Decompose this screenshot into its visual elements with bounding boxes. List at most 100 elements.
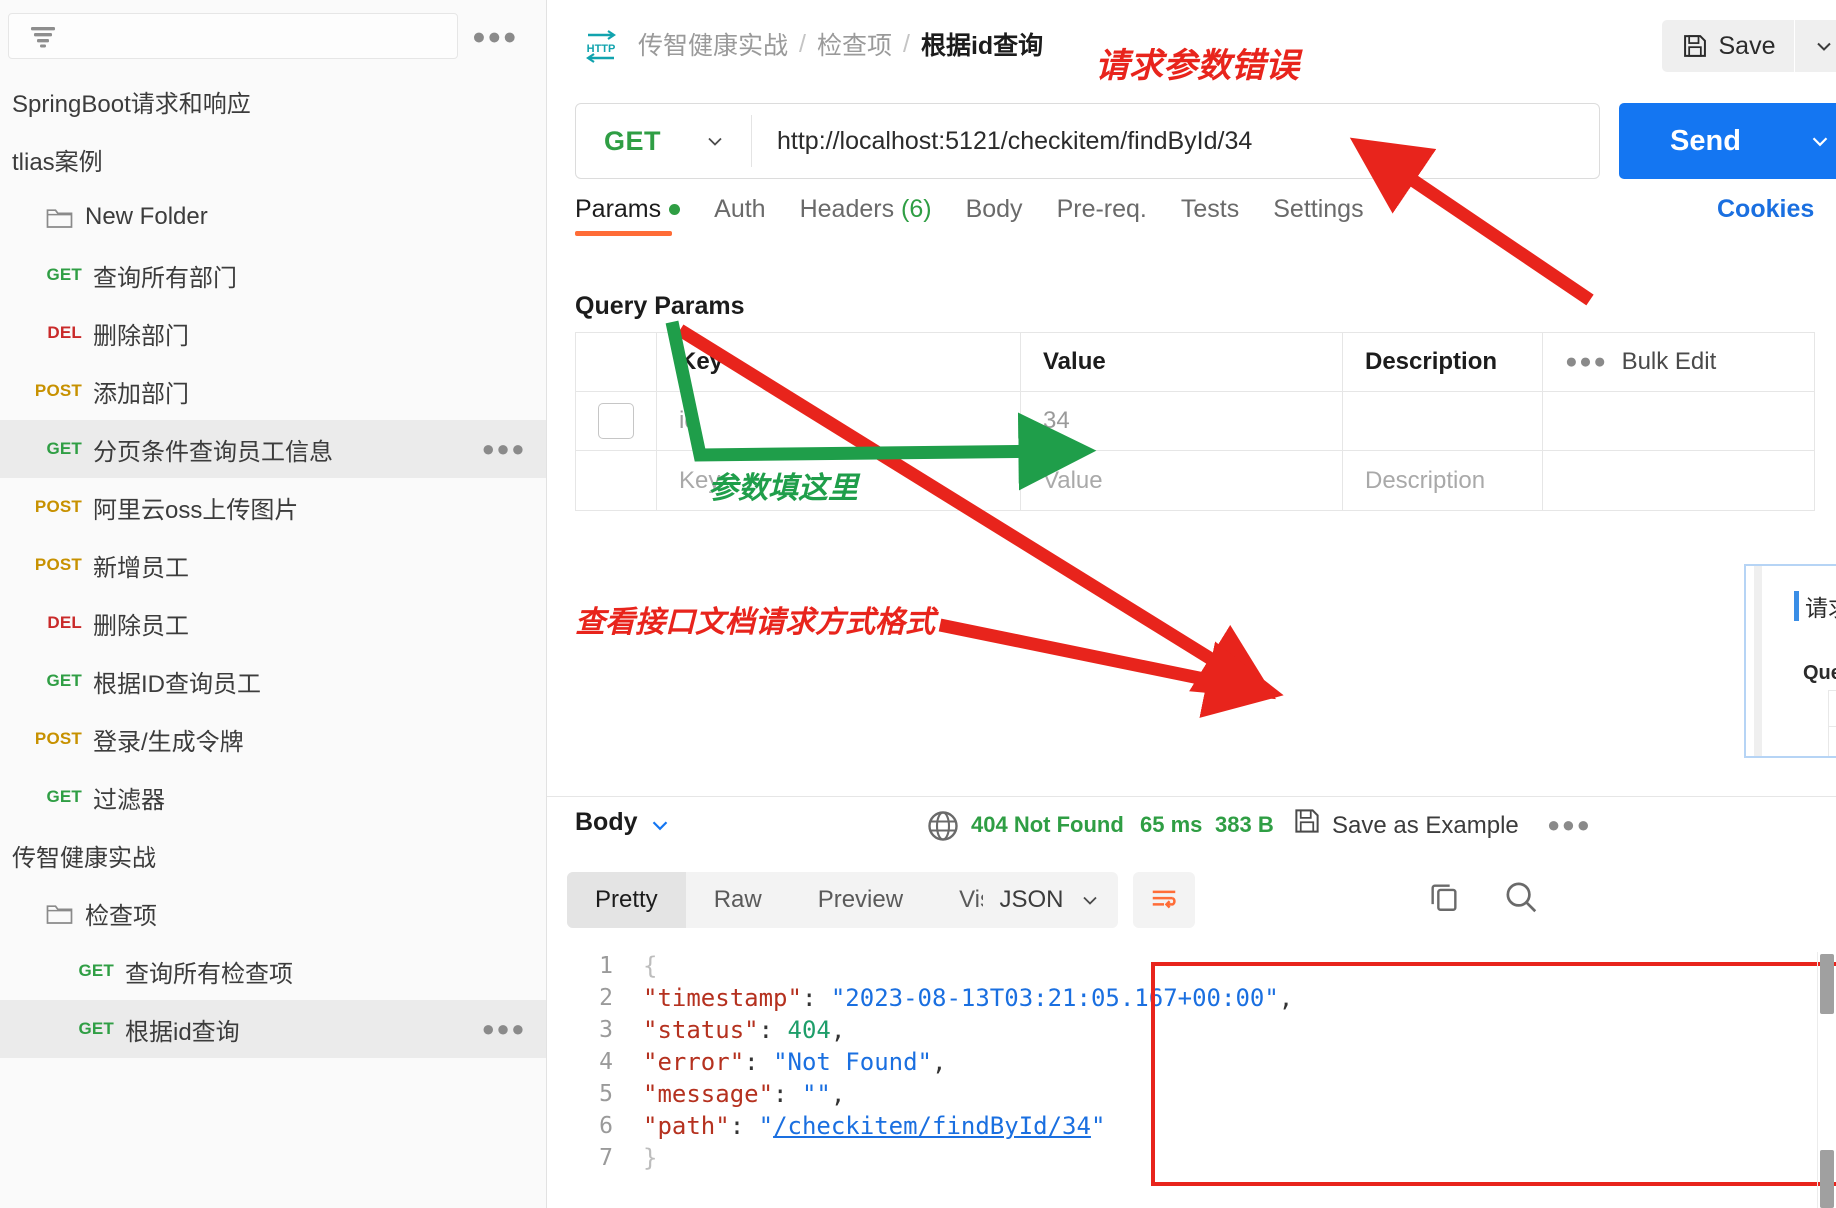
code-token: , bbox=[830, 1080, 846, 1108]
tab-settings[interactable]: Settings bbox=[1273, 195, 1363, 236]
response-tab-pretty[interactable]: Pretty bbox=[567, 872, 686, 928]
sidebar-item-request[interactable]: GET 查询所有部门 bbox=[0, 246, 546, 304]
sidebar-item-request[interactable]: GET 分页条件查询员工信息 ●●● bbox=[0, 420, 546, 478]
sidebar-item-label: 分页条件查询员工信息 bbox=[93, 438, 333, 466]
sidebar-item-request[interactable]: POST 添加部门 bbox=[0, 362, 546, 420]
param-value-input[interactable]: Value bbox=[1021, 451, 1343, 510]
code-line: 1{ bbox=[567, 950, 1627, 982]
request-method-badge: DEL bbox=[47, 323, 82, 342]
column-header-value: Value bbox=[1021, 333, 1343, 391]
param-key-input[interactable]: id bbox=[657, 392, 1021, 450]
breadcrumb-item[interactable]: 根据id查询 bbox=[921, 26, 1043, 62]
response-body-dropdown[interactable] bbox=[647, 812, 673, 843]
search-button[interactable] bbox=[1502, 878, 1540, 921]
tab-headers[interactable]: Headers (6) bbox=[800, 195, 932, 236]
sidebar-item-folder[interactable]: 检查项 bbox=[0, 884, 546, 942]
request-method-badge: GET bbox=[46, 265, 82, 284]
sidebar-item-label: 检查项 bbox=[85, 902, 157, 930]
sidebar-item-request[interactable]: GET 过滤器 bbox=[0, 768, 546, 826]
sidebar-item-label: 查询所有部门 bbox=[93, 264, 237, 292]
sidebar-item-request[interactable]: POST 登录/生成令牌 bbox=[0, 710, 546, 768]
code-token: " bbox=[1090, 1112, 1106, 1140]
bulk-edit-button[interactable]: Bulk Edit bbox=[1622, 348, 1717, 376]
response-body-code[interactable]: 1{2 "timestamp": "2023-08-13T03:21:05.16… bbox=[567, 950, 1627, 1174]
http-method-select[interactable]: GET bbox=[576, 104, 751, 178]
tab-count: (6) bbox=[894, 195, 932, 223]
sidebar-item-label: 删除员工 bbox=[93, 612, 189, 640]
save-button[interactable]: Save bbox=[1662, 20, 1794, 72]
tab-body[interactable]: Body bbox=[966, 195, 1023, 236]
tab-auth[interactable]: Auth bbox=[714, 195, 765, 236]
params-more-icon[interactable]: ●●● bbox=[1565, 350, 1608, 374]
sidebar-request-list: SpringBoot请求和响应 tlias案例 New Folder GET 查询所有部… bbox=[0, 72, 546, 1058]
tab-prereq[interactable]: Pre-req. bbox=[1057, 195, 1147, 236]
sidebar-item-label: New Folder bbox=[85, 203, 208, 230]
doc-title: 请求参数 bbox=[1794, 589, 1836, 623]
line-number: 3 bbox=[599, 1017, 613, 1043]
response-time: 65 ms bbox=[1140, 812, 1203, 837]
sidebar-item-request[interactable]: GET 根据ID查询员工 bbox=[0, 652, 546, 710]
tab-params[interactable]: Params bbox=[575, 195, 681, 236]
api-doc-popup: 请求参数 Query： 参数名称 是否必须 示例 备注 id 是 检查项id bbox=[1744, 564, 1836, 758]
row-checkbox-cell bbox=[575, 392, 657, 450]
param-description-input[interactable]: Description bbox=[1343, 451, 1543, 510]
tab-tests[interactable]: Tests bbox=[1181, 195, 1239, 236]
sidebar-item-label: 添加部门 bbox=[93, 380, 189, 408]
sidebar-filter-input[interactable] bbox=[8, 13, 458, 59]
breadcrumb-item[interactable]: 传智健康实战 bbox=[638, 26, 788, 62]
response-scrollbar-thumb[interactable] bbox=[1820, 954, 1834, 1014]
request-method-badge: POST bbox=[34, 555, 82, 574]
response-scrollbar-track[interactable] bbox=[1817, 952, 1818, 1208]
sidebar-item-request[interactable]: POST 阿里云oss上传图片 bbox=[0, 478, 546, 536]
code-token: "path" bbox=[643, 1112, 730, 1140]
response-tab-raw[interactable]: Raw bbox=[686, 872, 790, 928]
url-input[interactable]: http://localhost:5121/checkitem/findById… bbox=[752, 127, 1599, 156]
param-value-input[interactable]: 34 bbox=[1021, 392, 1343, 450]
sidebar-item-more-icon[interactable]: ●●● bbox=[482, 1018, 526, 1040]
save-button-label: Save bbox=[1718, 31, 1776, 60]
sidebar-item-label: 新增员工 bbox=[93, 554, 189, 582]
sidebar-more-options-icon[interactable]: ●●● bbox=[472, 24, 518, 48]
breadcrumb[interactable]: 传智健康实战 / 检查项 / 根据id查询 bbox=[638, 25, 1043, 63]
code-token: "Not Found" bbox=[773, 1048, 933, 1076]
copy-button[interactable] bbox=[1427, 880, 1461, 919]
save-as-example-button[interactable]: Save as Example bbox=[1332, 812, 1519, 840]
send-button[interactable]: Send bbox=[1619, 103, 1792, 179]
param-key-input[interactable]: Key bbox=[657, 451, 1021, 510]
line-number: 1 bbox=[599, 953, 613, 979]
cookies-link[interactable]: Cookies bbox=[1717, 195, 1814, 224]
doc-table-row: id 是 检查项id bbox=[1829, 727, 1836, 756]
breadcrumb-item[interactable]: 检查项 bbox=[817, 26, 892, 62]
response-format-select[interactable]: JSON bbox=[983, 872, 1118, 928]
line-number: 6 bbox=[599, 1113, 613, 1139]
line-number: 2 bbox=[599, 985, 613, 1011]
url-bar: GET http://localhost:5121/checkitem/find… bbox=[575, 103, 1600, 179]
send-dropdown-button[interactable] bbox=[1792, 103, 1836, 179]
response-network-icon[interactable] bbox=[925, 808, 961, 849]
sidebar-item-request[interactable]: POST 新增员工 bbox=[0, 536, 546, 594]
sidebar-item-folder[interactable]: New Folder bbox=[0, 188, 546, 246]
sidebar-item-collection[interactable]: 传智健康实战 bbox=[0, 826, 546, 884]
sidebar-item-more-icon[interactable]: ●●● bbox=[482, 438, 526, 460]
response-tab-preview[interactable]: Preview bbox=[790, 872, 931, 928]
sidebar-item-label: 过滤器 bbox=[93, 786, 165, 814]
word-wrap-button[interactable] bbox=[1133, 872, 1195, 928]
sidebar-item-request[interactable]: GET 查询所有检查项 bbox=[0, 942, 546, 1000]
http-icon: HTTP bbox=[586, 30, 616, 63]
save-as-example-icon-wrap[interactable] bbox=[1292, 806, 1322, 841]
sidebar-item-request[interactable]: GET 根据id查询 ●●● bbox=[0, 1000, 546, 1058]
request-method-badge: GET bbox=[78, 961, 114, 980]
code-token: , bbox=[932, 1048, 947, 1076]
sidebar-item-request[interactable]: DEL 删除部门 bbox=[0, 304, 546, 362]
sidebar-item-collection[interactable]: tlias案例 bbox=[0, 130, 546, 188]
response-more-options-icon[interactable]: ●●● bbox=[1547, 812, 1591, 838]
sidebar-item-label: 登录/生成令牌 bbox=[93, 728, 244, 756]
response-scrollbar-thumb-lower[interactable] bbox=[1820, 1150, 1834, 1208]
sidebar-item-request[interactable]: DEL 删除员工 bbox=[0, 594, 546, 652]
sidebar-item-collection[interactable]: SpringBoot请求和响应 bbox=[0, 72, 546, 130]
code-token: , bbox=[1278, 984, 1294, 1012]
save-dropdown-button[interactable] bbox=[1795, 20, 1836, 72]
sidebar-item-label: 删除部门 bbox=[93, 322, 189, 350]
param-description-input[interactable] bbox=[1343, 392, 1543, 450]
row-checkbox[interactable] bbox=[598, 403, 634, 439]
